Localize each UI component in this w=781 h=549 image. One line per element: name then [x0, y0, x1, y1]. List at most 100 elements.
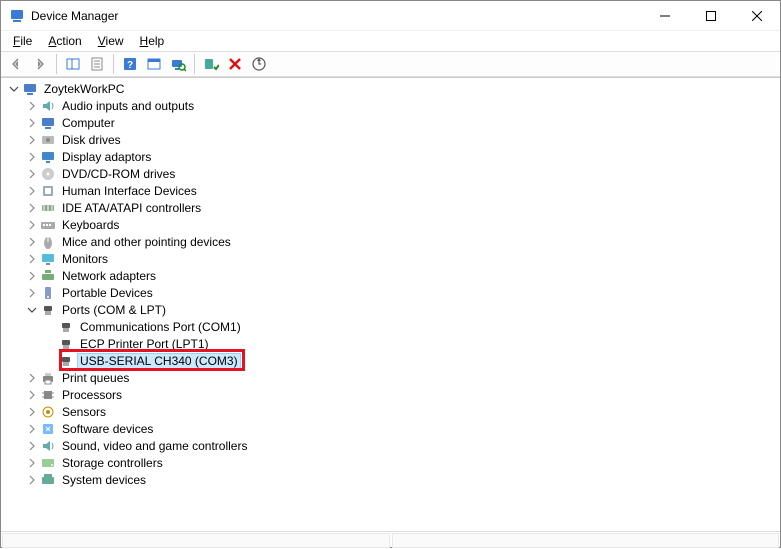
expand-icon[interactable]: [25, 235, 39, 249]
tree-node[interactable]: Portable Devices: [7, 284, 780, 301]
port-icon: [58, 336, 74, 352]
tree-child-node[interactable]: Communications Port (COM1): [7, 318, 780, 335]
expand-icon[interactable]: [25, 269, 39, 283]
tree-node-label: Audio inputs and outputs: [59, 99, 197, 113]
menu-action[interactable]: Action: [42, 33, 87, 49]
port-icon: [40, 302, 56, 318]
enable-device-button[interactable]: [200, 53, 222, 75]
tree-node[interactable]: Network adapters: [7, 267, 780, 284]
window-controls: [642, 1, 780, 31]
collapse-icon[interactable]: [25, 303, 39, 317]
expand-icon[interactable]: [25, 201, 39, 215]
tree-node-label: System devices: [59, 473, 149, 487]
tree-node[interactable]: Keyboards: [7, 216, 780, 233]
tree-node-label: Processors: [59, 388, 125, 402]
toolbar-separator: [113, 54, 114, 74]
app-icon: [9, 8, 25, 24]
tree-node[interactable]: Sensors: [7, 403, 780, 420]
uninstall-device-button[interactable]: [224, 53, 246, 75]
cpu-icon: [40, 387, 56, 403]
tree-node[interactable]: Software devices: [7, 420, 780, 437]
monitor-icon: [40, 251, 56, 267]
window-title: Device Manager: [31, 9, 642, 23]
port-icon: [58, 319, 74, 335]
menu-file[interactable]: File: [7, 33, 38, 49]
storage-icon: [40, 455, 56, 471]
tree-node-label: Keyboards: [59, 218, 122, 232]
expand-icon[interactable]: [25, 218, 39, 232]
tree-node-label: Storage controllers: [59, 456, 166, 470]
device-tree[interactable]: ZoytekWorkPC Audio inputs and outputs Comp…: [1, 78, 780, 531]
tree-node[interactable]: IDE ATA/ATAPI controllers: [7, 199, 780, 216]
properties-button[interactable]: [86, 53, 108, 75]
tree-node[interactable]: Monitors: [7, 250, 780, 267]
tree-node-label: Mice and other pointing devices: [59, 235, 234, 249]
expand-icon[interactable]: [25, 405, 39, 419]
scan-hardware-button[interactable]: [167, 53, 189, 75]
svg-text:?: ?: [127, 60, 133, 71]
tree-node-label: Portable Devices: [59, 286, 156, 300]
toolbar-separator: [194, 54, 195, 74]
tree-node[interactable]: Ports (COM & LPT): [7, 301, 780, 318]
tree-node[interactable]: Storage controllers: [7, 454, 780, 471]
tree-node[interactable]: Mice and other pointing devices: [7, 233, 780, 250]
mouse-icon: [40, 234, 56, 250]
expand-icon[interactable]: [25, 286, 39, 300]
help-button[interactable]: ?: [119, 53, 141, 75]
menu-view[interactable]: View: [92, 33, 130, 49]
tree-node[interactable]: Audio inputs and outputs: [7, 97, 780, 114]
expand-icon[interactable]: [25, 150, 39, 164]
tree-node[interactable]: Print queues: [7, 369, 780, 386]
tree-node[interactable]: Disk drives: [7, 131, 780, 148]
tree-node-label: ECP Printer Port (LPT1): [77, 337, 211, 351]
pc-icon: [22, 81, 38, 97]
menu-help[interactable]: Help: [134, 33, 171, 49]
back-button[interactable]: [5, 53, 27, 75]
tree-node[interactable]: Computer: [7, 114, 780, 131]
tree-node-label: DVD/CD-ROM drives: [59, 167, 178, 181]
tree-node[interactable]: Human Interface Devices: [7, 182, 780, 199]
tree-node[interactable]: System devices: [7, 471, 780, 488]
tree-node[interactable]: DVD/CD-ROM drives: [7, 165, 780, 182]
minimize-button[interactable]: [642, 1, 688, 31]
network-icon: [40, 268, 56, 284]
tree-node[interactable]: Display adaptors: [7, 148, 780, 165]
collapse-icon[interactable]: [7, 82, 21, 96]
maximize-button[interactable]: [688, 1, 734, 31]
expand-icon[interactable]: [25, 116, 39, 130]
keyboard-icon: [40, 217, 56, 233]
expand-icon[interactable]: [25, 439, 39, 453]
ide-icon: [40, 200, 56, 216]
expand-icon[interactable]: [25, 167, 39, 181]
expand-icon[interactable]: [25, 456, 39, 470]
tree-node-label: Computer: [59, 116, 118, 130]
tree-child-node[interactable]: ECP Printer Port (LPT1): [7, 335, 780, 352]
tree-node-label: Monitors: [59, 252, 111, 266]
show-hide-console-button[interactable]: [62, 53, 84, 75]
status-cell: [392, 533, 780, 548]
expand-icon[interactable]: [25, 473, 39, 487]
expand-icon[interactable]: [25, 252, 39, 266]
menubar: File Action View Help: [1, 31, 780, 51]
statusbar: [1, 531, 780, 549]
expand-icon[interactable]: [25, 99, 39, 113]
action-button[interactable]: [143, 53, 165, 75]
tree-node-label: Network adapters: [59, 269, 159, 283]
tree-node[interactable]: Processors: [7, 386, 780, 403]
tree-node[interactable]: Sound, video and game controllers: [7, 437, 780, 454]
computer-icon: [40, 115, 56, 131]
expand-icon[interactable]: [25, 422, 39, 436]
tree-child-node[interactable]: USB-SERIAL CH340 (COM3): [7, 352, 780, 369]
expand-icon[interactable]: [25, 133, 39, 147]
sensor-icon: [40, 404, 56, 420]
expand-icon[interactable]: [25, 388, 39, 402]
audio-icon: [40, 98, 56, 114]
display-icon: [40, 149, 56, 165]
close-button[interactable]: [734, 1, 780, 31]
update-driver-button[interactable]: [248, 53, 270, 75]
expand-icon[interactable]: [25, 371, 39, 385]
expand-icon[interactable]: [25, 184, 39, 198]
tree-root[interactable]: ZoytekWorkPC: [7, 80, 780, 97]
forward-button[interactable]: [29, 53, 51, 75]
dvd-icon: [40, 166, 56, 182]
